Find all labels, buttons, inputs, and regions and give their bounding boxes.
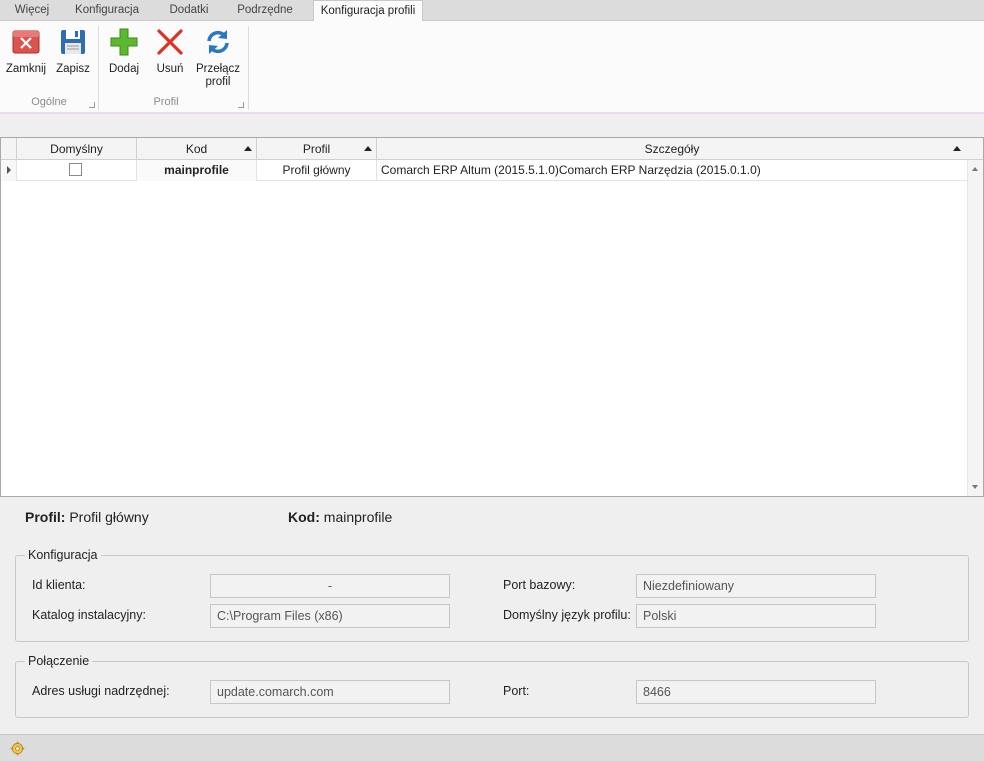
delete-x-icon xyxy=(157,29,183,55)
scroll-down-icon[interactable] xyxy=(972,485,978,489)
tab-wiecej[interactable]: Więcej xyxy=(8,0,56,21)
port-bazowy-field[interactable]: Niezdefiniowany xyxy=(636,574,876,598)
summary-profil-value: Profil główny xyxy=(69,509,149,525)
table-row[interactable]: mainprofile Profil główny Comarch ERP Al… xyxy=(1,160,967,181)
domyslny-jezyk-field[interactable]: Polski xyxy=(636,604,876,628)
cell-profil: Profil główny xyxy=(257,160,377,181)
zapisz-button[interactable]: Zapisz xyxy=(52,26,94,75)
cell-kod: mainprofile xyxy=(137,160,257,181)
dodaj-button[interactable]: Dodaj xyxy=(104,26,144,75)
cell-szczegoly: Comarch ERP Altum (2015.5.1.0)Comarch ER… xyxy=(381,163,761,177)
sort-ascending-icon xyxy=(364,146,372,151)
usun-label: Usuń xyxy=(156,63,184,75)
sort-ascending-icon xyxy=(953,146,961,151)
group-label-profil: Profil xyxy=(153,96,179,108)
scroll-up-icon[interactable] xyxy=(972,167,978,171)
default-checkbox[interactable] xyxy=(69,163,82,176)
port-label: Port: xyxy=(503,684,530,698)
adres-uslugi-label: Adres usługi nadrzędnej: xyxy=(32,684,170,698)
tab-konfiguracja[interactable]: Konfiguracja xyxy=(70,0,144,21)
przelacz-label: Przełącz xyxy=(195,63,241,75)
column-header-profil-label: Profil xyxy=(302,142,331,156)
sort-ascending-icon xyxy=(244,146,252,151)
id-klienta-field[interactable]: - xyxy=(210,574,450,598)
switch-refresh-icon xyxy=(207,30,229,54)
port-field[interactable]: 8466 xyxy=(636,680,876,704)
profiles-grid: Domyślny Kod Profil Szczegóły mainprofil… xyxy=(0,137,984,497)
tab-konfiguracja-profili[interactable]: Konfiguracja profili xyxy=(313,0,423,22)
status-bar xyxy=(0,734,984,761)
adres-uslugi-field[interactable]: update.comarch.com xyxy=(210,680,450,704)
settings-gear-icon[interactable] xyxy=(10,741,25,756)
column-header-szczegoly-label: Szczegóły xyxy=(644,142,700,156)
column-header-domyslny[interactable]: Domyślny xyxy=(17,138,137,160)
summary-profil-label: Profil: xyxy=(25,509,66,525)
id-klienta-label: Id klienta: xyxy=(32,578,86,592)
header-indicator xyxy=(1,138,17,160)
domyslny-jezyk-label: Domyślny język profilu: xyxy=(503,608,631,622)
zamknij-label: Zamknij xyxy=(5,63,47,75)
floppy-disk-icon xyxy=(61,30,85,54)
ribbon-divider xyxy=(0,112,984,114)
port-bazowy-label: Port bazowy: xyxy=(503,578,576,592)
column-header-profil[interactable]: Profil xyxy=(257,138,377,160)
column-header-kod[interactable]: Kod xyxy=(137,138,257,160)
zapisz-label: Zapisz xyxy=(56,63,90,75)
przelacz-profil-button[interactable]: Przełącz profil xyxy=(194,26,242,89)
katalog-instalacyjny-field[interactable]: C:\Program Files (x86) xyxy=(210,604,450,628)
usun-button[interactable]: Usuń xyxy=(150,26,190,75)
tab-podrzedne[interactable]: Podrzędne xyxy=(232,0,298,21)
polaczenie-title: Połączenie xyxy=(25,654,93,668)
column-header-kod-label: Kod xyxy=(185,142,208,156)
group-separator xyxy=(98,26,99,110)
zamknij-button[interactable]: Zamknij xyxy=(4,26,48,75)
row-indicator xyxy=(1,160,17,181)
dodaj-label: Dodaj xyxy=(108,63,140,75)
ribbon-tabs: Więcej Konfiguracja Dodatki Podrzędne Ko… xyxy=(0,0,984,22)
vertical-scrollbar[interactable] xyxy=(967,160,983,496)
summary-kod: Kod: mainprofile xyxy=(288,509,392,525)
przelacz-label-2: profil xyxy=(205,76,231,88)
summary-kod-label: Kod: xyxy=(288,509,320,525)
group-expand-profil-icon[interactable] xyxy=(238,102,244,108)
close-red-icon xyxy=(12,30,40,54)
row-pointer-icon xyxy=(7,166,11,174)
summary-kod-value: mainprofile xyxy=(323,509,393,525)
group-label-ogolne: Ogólne xyxy=(31,96,67,108)
group-separator xyxy=(248,26,249,110)
group-expand-ogolne-icon[interactable] xyxy=(89,102,95,108)
cell-domyslny xyxy=(17,160,137,181)
grid-header: Domyślny Kod Profil Szczegóły xyxy=(1,138,983,160)
konfiguracja-title: Konfiguracja xyxy=(25,548,101,562)
tab-dodatki[interactable]: Dodatki xyxy=(163,0,215,21)
summary-profil: Profil: Profil główny xyxy=(25,509,149,525)
katalog-instalacyjny-label: Katalog instalacyjny: xyxy=(32,608,146,622)
plus-green-icon xyxy=(110,28,138,56)
column-header-szczegoly[interactable]: Szczegóły xyxy=(377,138,967,160)
konfiguracja-groupbox: Konfiguracja xyxy=(15,548,969,642)
